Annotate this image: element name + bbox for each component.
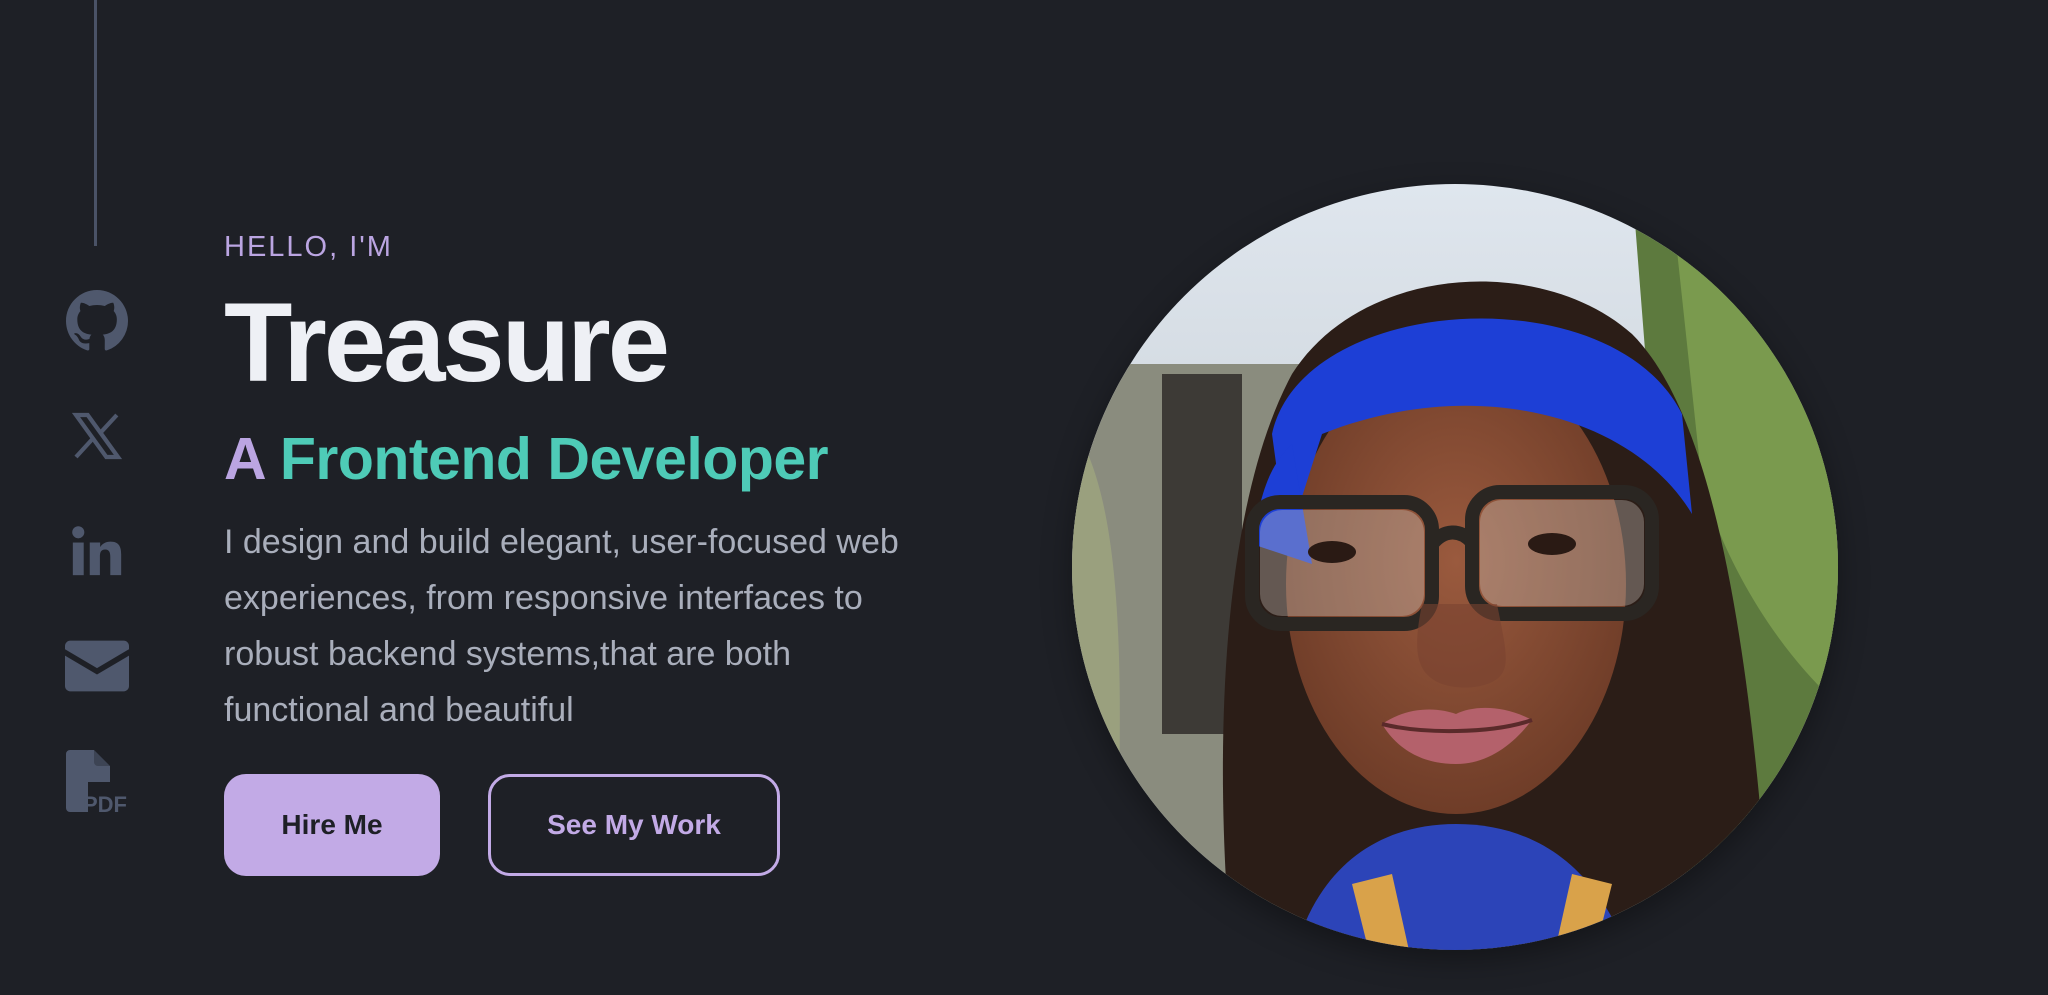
hero-actions: Hire Me See My Work xyxy=(224,774,984,876)
x-twitter-link[interactable] xyxy=(62,401,132,471)
role-title: Frontend Developer xyxy=(279,426,829,492)
hire-me-button[interactable]: Hire Me xyxy=(224,774,440,876)
hero-role: A Frontend Developer xyxy=(224,424,984,494)
pdf-label: PDF xyxy=(83,792,127,816)
vertical-rail-line xyxy=(94,0,97,246)
pdf-resume-link[interactable]: PDF xyxy=(62,746,132,816)
social-links: PDF xyxy=(62,286,132,861)
github-icon xyxy=(66,290,128,352)
hero-description: I design and build elegant, user-focused… xyxy=(224,523,899,729)
linkedin-link[interactable] xyxy=(62,516,132,586)
greeting-text: HELLO, I'M xyxy=(224,231,393,263)
hero-name: Treasure xyxy=(224,280,670,405)
profile-photo xyxy=(1072,184,1838,950)
hero-section: HELLO, I'M Treasure A Frontend Developer… xyxy=(224,222,984,876)
email-icon xyxy=(65,640,129,692)
see-my-work-button[interactable]: See My Work xyxy=(488,774,780,876)
pdf-resume-icon: PDF xyxy=(62,746,132,816)
role-article: A xyxy=(224,426,264,492)
x-twitter-icon xyxy=(69,408,125,464)
linkedin-icon xyxy=(68,522,126,580)
github-link[interactable] xyxy=(62,286,132,356)
email-link[interactable] xyxy=(62,631,132,701)
